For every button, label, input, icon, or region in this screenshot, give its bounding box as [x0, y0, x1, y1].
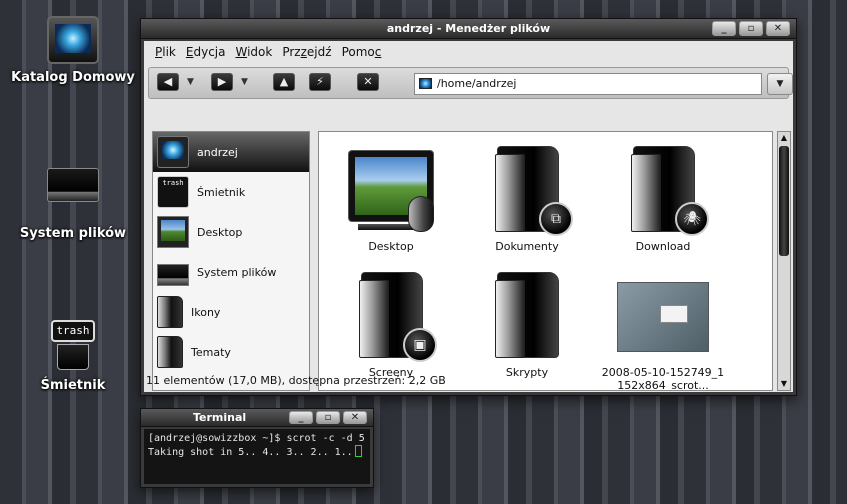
location-dropdown-button[interactable]: ▼ [767, 73, 793, 95]
sidebar-item-label: Ikony [191, 305, 221, 319]
scroll-down-arrow[interactable]: ▼ [778, 378, 790, 390]
scrollbar-thumb[interactable] [779, 146, 789, 256]
terminal-line: Taking shot in 5.. 4.. 3.. 2.. 1.. [148, 447, 353, 458]
location-bar[interactable]: /home/andrzej [414, 73, 762, 95]
file-manager-body: Plik Edycja Widok Przzejdź Pomoc ◀ ▼ ▶ ▼… [144, 41, 793, 392]
sidebar-item-tematy[interactable]: Tematy [153, 332, 309, 372]
location-path: /home/andrzej [437, 77, 517, 90]
maximize-button[interactable]: ▫ [316, 411, 340, 424]
menu-przejdz[interactable]: Przzejdź [279, 45, 334, 61]
reload-button[interactable]: ⚡ [309, 73, 331, 91]
close-button[interactable]: ✕ [343, 411, 367, 424]
terminal-line: [andrzej@sowizzbox ~]$ scrot -c -d 5 [148, 433, 365, 444]
file-manager-titlebar[interactable]: andrzej - Menedżer plików _ ▫ ✕ [141, 19, 796, 39]
desktop-icon [348, 148, 434, 234]
desktop-icon [157, 216, 189, 248]
trash-icon: trash [157, 176, 189, 208]
folder-pictures-icon: ▣ [355, 272, 437, 362]
minimize-button[interactable]: _ [712, 21, 736, 36]
up-button[interactable]: ▲ [273, 73, 295, 91]
desktop-icon-label: Katalog Domowy [11, 70, 135, 85]
menu-pomoc[interactable]: Pomoc [339, 45, 385, 61]
window-title: andrzej - Menedżer plików [386, 22, 551, 35]
file-view: Desktop ⧉ Dokumenty 🕷 Download ▣ Screeny… [318, 131, 773, 391]
sidebar-item-label: System plików [197, 265, 277, 279]
file-name: 2008-05-10-152749_1 152x864_scrot... [601, 366, 725, 391]
file-name: Dokumenty [495, 240, 559, 253]
desktop-icon-filesystem[interactable]: System plików [8, 168, 138, 241]
home-monitor-icon [157, 136, 189, 168]
sidebar-item-desktop[interactable]: Desktop [153, 212, 309, 252]
file-name: Download [635, 240, 691, 253]
back-history-dropdown[interactable]: ▼ [187, 73, 194, 91]
terminal-titlebar[interactable]: Terminal _ ▫ ✕ [141, 409, 373, 427]
close-button[interactable]: ✕ [766, 21, 790, 36]
hard-drive-icon [157, 263, 189, 286]
terminal-window: Terminal _ ▫ ✕ [andrzej@sowizzbox ~]$ sc… [140, 408, 374, 488]
menubar: Plik Edycja Widok Przzejdź Pomoc [144, 41, 793, 65]
status-bar: 11 elementów (17,0 MB), dostępna przestr… [146, 374, 446, 387]
scroll-up-arrow[interactable]: ▲ [778, 132, 790, 144]
trash-badge: trash [51, 320, 95, 342]
file-item-screeny[interactable]: ▣ Screeny [323, 272, 459, 379]
pictures-emblem-icon: ▣ [403, 328, 437, 362]
screenshot-thumbnail [617, 282, 709, 352]
maximize-button[interactable]: ▫ [739, 21, 763, 36]
terminal-cursor [354, 445, 362, 457]
file-name: Skrypty [505, 366, 549, 379]
menu-plik[interactable]: Plik [152, 45, 179, 61]
file-item-skrypty[interactable]: Skrypty [459, 272, 595, 379]
folder-icon [157, 336, 183, 368]
sidebar-item-trash[interactable]: trash Śmietnik [153, 172, 309, 212]
minimize-button[interactable]: _ [289, 411, 313, 424]
hard-drive-icon [47, 168, 99, 202]
back-button[interactable]: ◀ [157, 73, 179, 91]
desktop-icon-label: System plików [19, 226, 127, 241]
folder-icon [491, 272, 563, 360]
sidebar-item-label: andrzej [197, 145, 238, 159]
home-folder-icon [419, 78, 432, 89]
spider-emblem-icon: 🕷 [675, 202, 709, 236]
forward-history-dropdown[interactable]: ▼ [241, 73, 248, 91]
menu-edycja[interactable]: Edycja [183, 45, 229, 61]
forward-button[interactable]: ▶ [211, 73, 233, 91]
trash-icon: trash [51, 320, 95, 372]
file-item-desktop[interactable]: Desktop [323, 148, 459, 253]
sidebar-item-andrzej[interactable]: andrzej [153, 132, 309, 172]
sidebar-item-ikony[interactable]: Ikony [153, 292, 309, 332]
file-manager-window: andrzej - Menedżer plików _ ▫ ✕ Plik Edy… [140, 18, 797, 396]
file-item-download[interactable]: 🕷 Download [595, 146, 731, 253]
home-monitor-icon [47, 16, 99, 64]
toolbar: ◀ ▼ ▶ ▼ ▲ ⚡ ✕ /home/andrzej ▼ [148, 67, 793, 99]
folder-icon [157, 296, 183, 328]
folder-download-icon: 🕷 [627, 146, 709, 236]
desktop-icon-label: Śmietnik [40, 378, 106, 393]
home-button[interactable]: ✕ [357, 73, 379, 91]
sidebar-item-label: Desktop [197, 225, 243, 239]
file-item-dokumenty[interactable]: ⧉ Dokumenty [459, 146, 595, 253]
sidebar-item-filesystem[interactable]: System plików [153, 252, 309, 292]
documents-emblem-icon: ⧉ [539, 202, 573, 236]
places-sidebar: andrzej trash Śmietnik Desktop System pl… [152, 131, 310, 391]
terminal-line-current: Taking shot in 5.. 4.. 3.. 2.. 1.. [148, 445, 366, 459]
file-item-screenshot[interactable]: 2008-05-10-152749_1 152x864_scrot... [595, 282, 731, 391]
desktop-icon-trash[interactable]: trash Śmietnik [8, 320, 138, 393]
sidebar-item-label: Tematy [191, 345, 231, 359]
folder-documents-icon: ⧉ [491, 146, 573, 236]
file-name: Desktop [368, 240, 414, 253]
terminal-output[interactable]: [andrzej@sowizzbox ~]$ scrot -c -d 5 Tak… [144, 429, 370, 484]
vertical-scrollbar[interactable]: ▲ ▼ [777, 131, 791, 391]
desktop-icon-home[interactable]: Katalog Domowy [8, 16, 138, 85]
sidebar-item-label: Śmietnik [197, 185, 246, 199]
menu-widok[interactable]: Widok [232, 45, 275, 61]
